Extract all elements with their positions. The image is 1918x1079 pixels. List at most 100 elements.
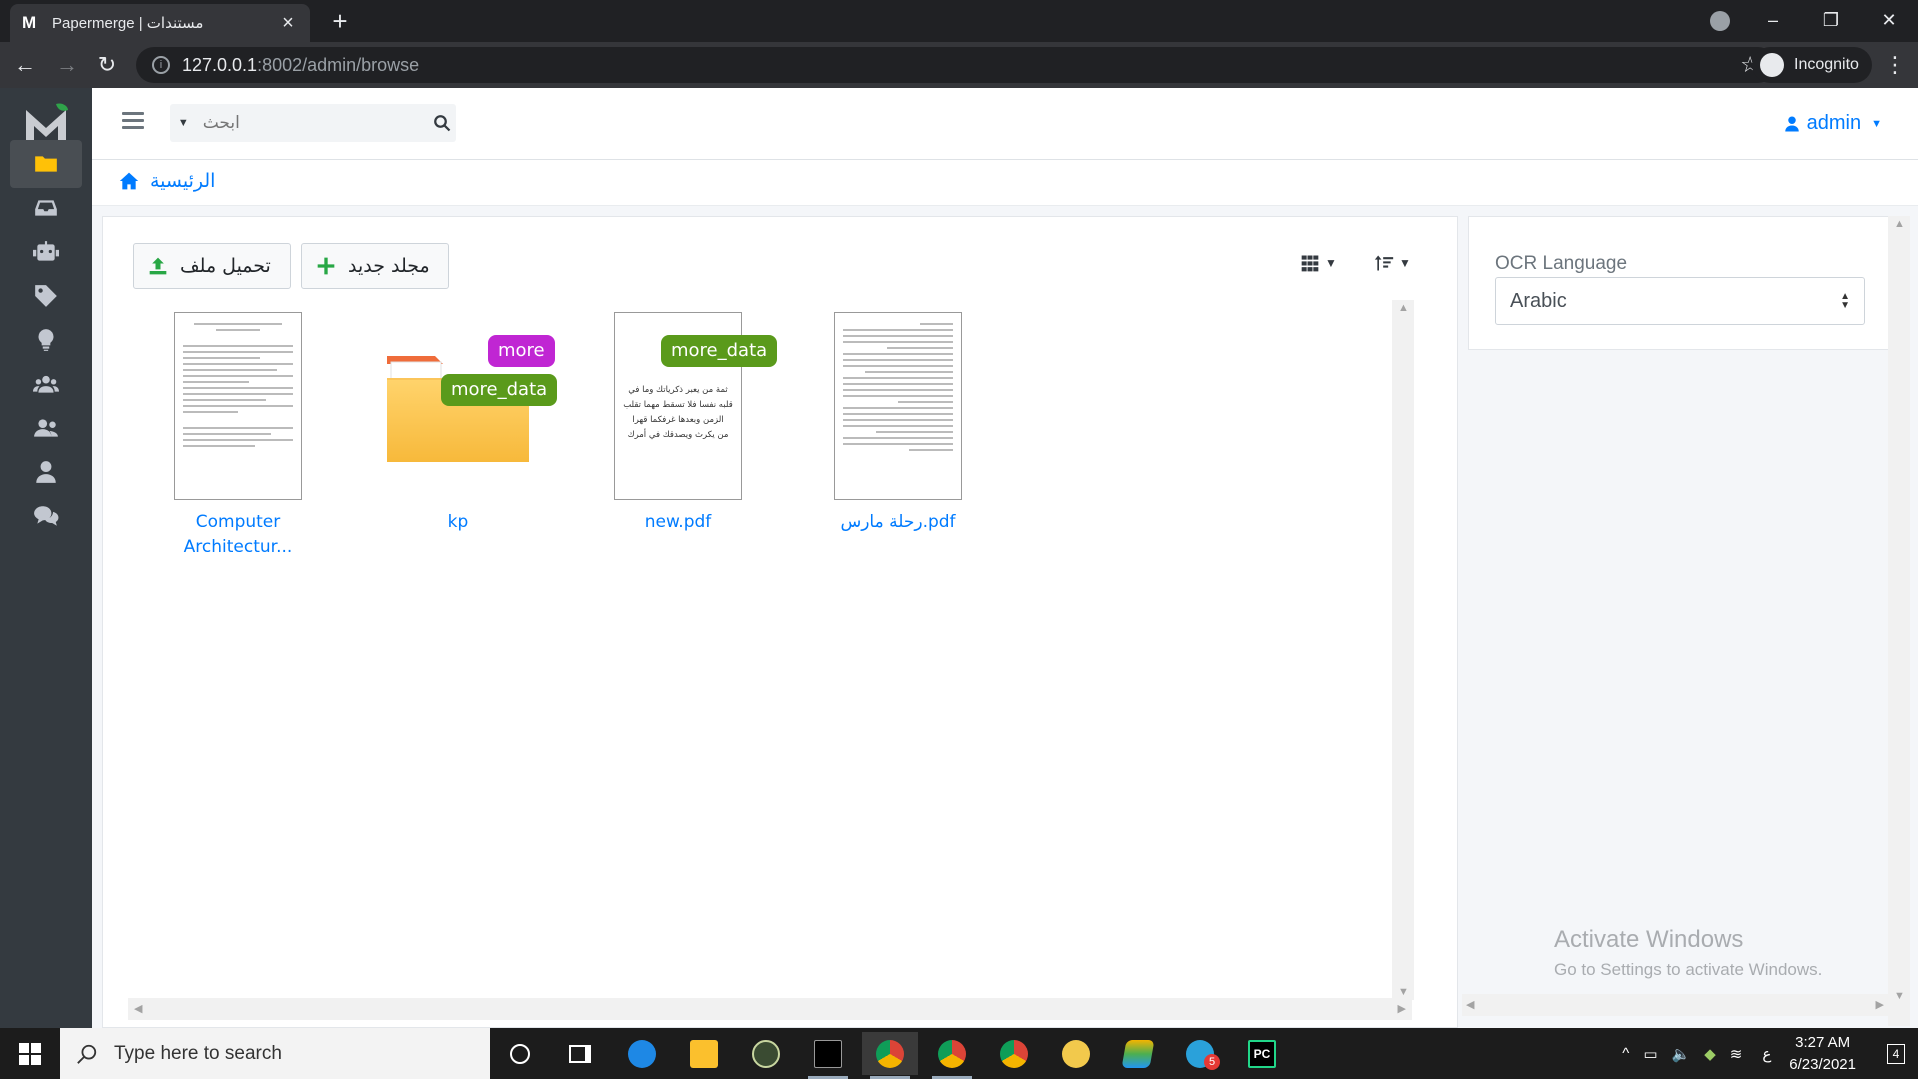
back-button[interactable]: ← bbox=[8, 48, 42, 82]
volume-icon[interactable]: 🔈 bbox=[1672, 1045, 1691, 1063]
left-sidebar bbox=[0, 88, 92, 1028]
clock[interactable]: 3:27 AM 6/23/2021 bbox=[1789, 1032, 1856, 1076]
chrome-incognito-icon[interactable] bbox=[862, 1032, 918, 1079]
tray-app-icon[interactable]: ◆ bbox=[1704, 1045, 1716, 1063]
breadcrumb-home-label: الرئيسية bbox=[150, 170, 216, 192]
clock-time: 3:27 AM bbox=[1795, 1033, 1851, 1051]
telegram-icon[interactable]: 5 bbox=[1172, 1032, 1228, 1075]
tag-badge[interactable]: more bbox=[488, 335, 555, 367]
papermerge-favicon-icon: M bbox=[22, 13, 37, 32]
folder-icon bbox=[35, 156, 57, 172]
sidebar-item-inbox[interactable] bbox=[10, 184, 82, 232]
folder-icon[interactable] bbox=[387, 356, 529, 462]
watermark-subtitle: Go to Settings to activate Windows. bbox=[1554, 960, 1823, 979]
sidebar-item-users[interactable] bbox=[10, 448, 82, 496]
upload-label: تحميل ملف bbox=[180, 255, 271, 277]
app-icon[interactable] bbox=[738, 1032, 794, 1075]
tab-close-icon[interactable]: × bbox=[278, 12, 298, 35]
sidebar-item-automates[interactable] bbox=[10, 228, 82, 276]
terminal-icon[interactable] bbox=[800, 1032, 856, 1079]
minimize-button[interactable]: – bbox=[1744, 0, 1802, 42]
document-item[interactable]: رحلة مارس.pdf bbox=[808, 312, 988, 535]
search-input[interactable] bbox=[196, 104, 428, 142]
pycharm-icon[interactable]: PC bbox=[1234, 1032, 1290, 1075]
document-thumbnail[interactable] bbox=[174, 312, 302, 500]
taskbar-search[interactable]: Type here to search bbox=[60, 1028, 490, 1079]
user-menu[interactable]: admin ▼ bbox=[1783, 112, 1882, 135]
tag-icon bbox=[35, 285, 57, 307]
taskbar-search-placeholder: Type here to search bbox=[114, 1042, 282, 1064]
input-language[interactable]: ع bbox=[1762, 1045, 1771, 1063]
user-icon bbox=[36, 461, 56, 483]
browser-menu-icon[interactable]: ⋮ bbox=[1884, 52, 1906, 78]
sidebar-item-groups[interactable] bbox=[10, 360, 82, 408]
sidebar-item-roles[interactable] bbox=[10, 404, 82, 452]
tab-search-icon[interactable] bbox=[1710, 11, 1730, 31]
sidebar-item-hints[interactable] bbox=[10, 316, 82, 364]
upload-button[interactable]: تحميل ملف bbox=[133, 243, 291, 289]
watermark-title: Activate Windows bbox=[1554, 926, 1744, 953]
window-controls: – ❐ ✕ bbox=[1744, 0, 1918, 42]
preview-line: قلبه نفسا فلا تسقط مهما تقلب bbox=[623, 400, 733, 410]
preview-line: من يكرث ويصدقك في أمرك bbox=[627, 430, 729, 440]
wifi-icon[interactable]: ≋ bbox=[1730, 1045, 1743, 1063]
chevron-down-icon: ▼ bbox=[1399, 256, 1411, 270]
new-folder-button[interactable]: مجلد جديد bbox=[301, 243, 449, 289]
search-filter-dropdown-icon[interactable]: ▼ bbox=[170, 117, 197, 129]
clock-date: 6/23/2021 bbox=[1789, 1055, 1856, 1073]
document-label[interactable]: new.pdf bbox=[588, 510, 768, 535]
chevron-up-icon[interactable]: ^ bbox=[1622, 1045, 1629, 1062]
reload-button[interactable]: ↻ bbox=[90, 48, 124, 82]
system-tray: ^ ▭ 🔈 ◆ ≋ ع 3:27 AM 6/23/2021 4 bbox=[1622, 1028, 1918, 1079]
browser-tab[interactable]: M Papermerge | مستندات × bbox=[10, 4, 310, 42]
restore-button[interactable]: ❐ bbox=[1802, 0, 1860, 42]
windows-logo-icon bbox=[19, 1042, 41, 1065]
forward-button[interactable]: → bbox=[50, 48, 84, 82]
document-label[interactable]: رحلة مارس.pdf bbox=[808, 510, 988, 535]
site-info-icon[interactable]: i bbox=[152, 56, 170, 74]
vertical-scrollbar[interactable]: ▲ ▼ bbox=[1392, 300, 1414, 1000]
task-view-icon[interactable] bbox=[552, 1032, 608, 1075]
grid-icon bbox=[1301, 255, 1319, 272]
inbox-icon bbox=[35, 200, 57, 216]
upload-icon bbox=[149, 257, 167, 275]
start-button[interactable] bbox=[0, 1028, 60, 1079]
document-item[interactable]: Computer Architectur... bbox=[148, 312, 328, 560]
ocr-settings-panel: OCR Language Arabic ▲ ▼ bbox=[1468, 216, 1910, 350]
edge-icon[interactable] bbox=[614, 1032, 670, 1075]
document-thumbnail[interactable] bbox=[834, 312, 962, 500]
users-group-icon bbox=[33, 375, 59, 393]
sidebar-item-logs[interactable] bbox=[10, 492, 82, 540]
sidebar-item-tags[interactable] bbox=[10, 272, 82, 320]
sidebar-item-documents[interactable] bbox=[10, 140, 82, 188]
right-vertical-scrollbar[interactable]: ▲ ▼ bbox=[1888, 216, 1910, 1026]
new-tab-button[interactable]: + bbox=[326, 8, 354, 36]
horizontal-scrollbar[interactable]: ◀ ▶ bbox=[128, 998, 1412, 1020]
cortana-icon[interactable] bbox=[492, 1032, 548, 1075]
folder-label[interactable]: kp bbox=[368, 510, 548, 535]
bluestacks-icon[interactable] bbox=[1110, 1032, 1166, 1075]
ocr-language-select[interactable]: Arabic ▲ ▼ bbox=[1495, 277, 1865, 325]
hamburger-menu-icon[interactable] bbox=[122, 112, 144, 130]
mascot-app-icon[interactable] bbox=[1048, 1032, 1104, 1075]
tag-badge[interactable]: more_data bbox=[441, 374, 558, 406]
view-mode-dropdown[interactable]: ▼ bbox=[1299, 253, 1337, 273]
right-horizontal-scrollbar[interactable]: ◀ ▶ bbox=[1462, 994, 1888, 1016]
document-label[interactable]: Computer Architectur... bbox=[148, 510, 328, 560]
chrome-icon[interactable] bbox=[924, 1032, 980, 1079]
new-folder-label: مجلد جديد bbox=[348, 255, 430, 277]
incognito-indicator[interactable]: Incognito bbox=[1752, 47, 1872, 83]
address-bar[interactable]: i 127.0.0.1:8002/admin/browse ☆ bbox=[136, 47, 1776, 83]
notification-center-icon[interactable]: 4 bbox=[1874, 1028, 1918, 1079]
chrome-profile-icon[interactable] bbox=[986, 1032, 1042, 1075]
robot-icon bbox=[33, 241, 59, 261]
battery-icon[interactable]: ▭ bbox=[1643, 1045, 1657, 1063]
chevron-down-icon: ▼ bbox=[1325, 256, 1337, 270]
sort-dropdown[interactable]: ▼ bbox=[1373, 253, 1411, 273]
tag-badge[interactable]: more_data bbox=[661, 335, 778, 367]
notification-count: 4 bbox=[1886, 1043, 1906, 1064]
search-icon[interactable] bbox=[428, 114, 456, 132]
breadcrumb-home[interactable]: الرئيسية bbox=[118, 170, 215, 192]
close-window-button[interactable]: ✕ bbox=[1860, 0, 1918, 42]
file-explorer-icon[interactable] bbox=[676, 1032, 732, 1075]
